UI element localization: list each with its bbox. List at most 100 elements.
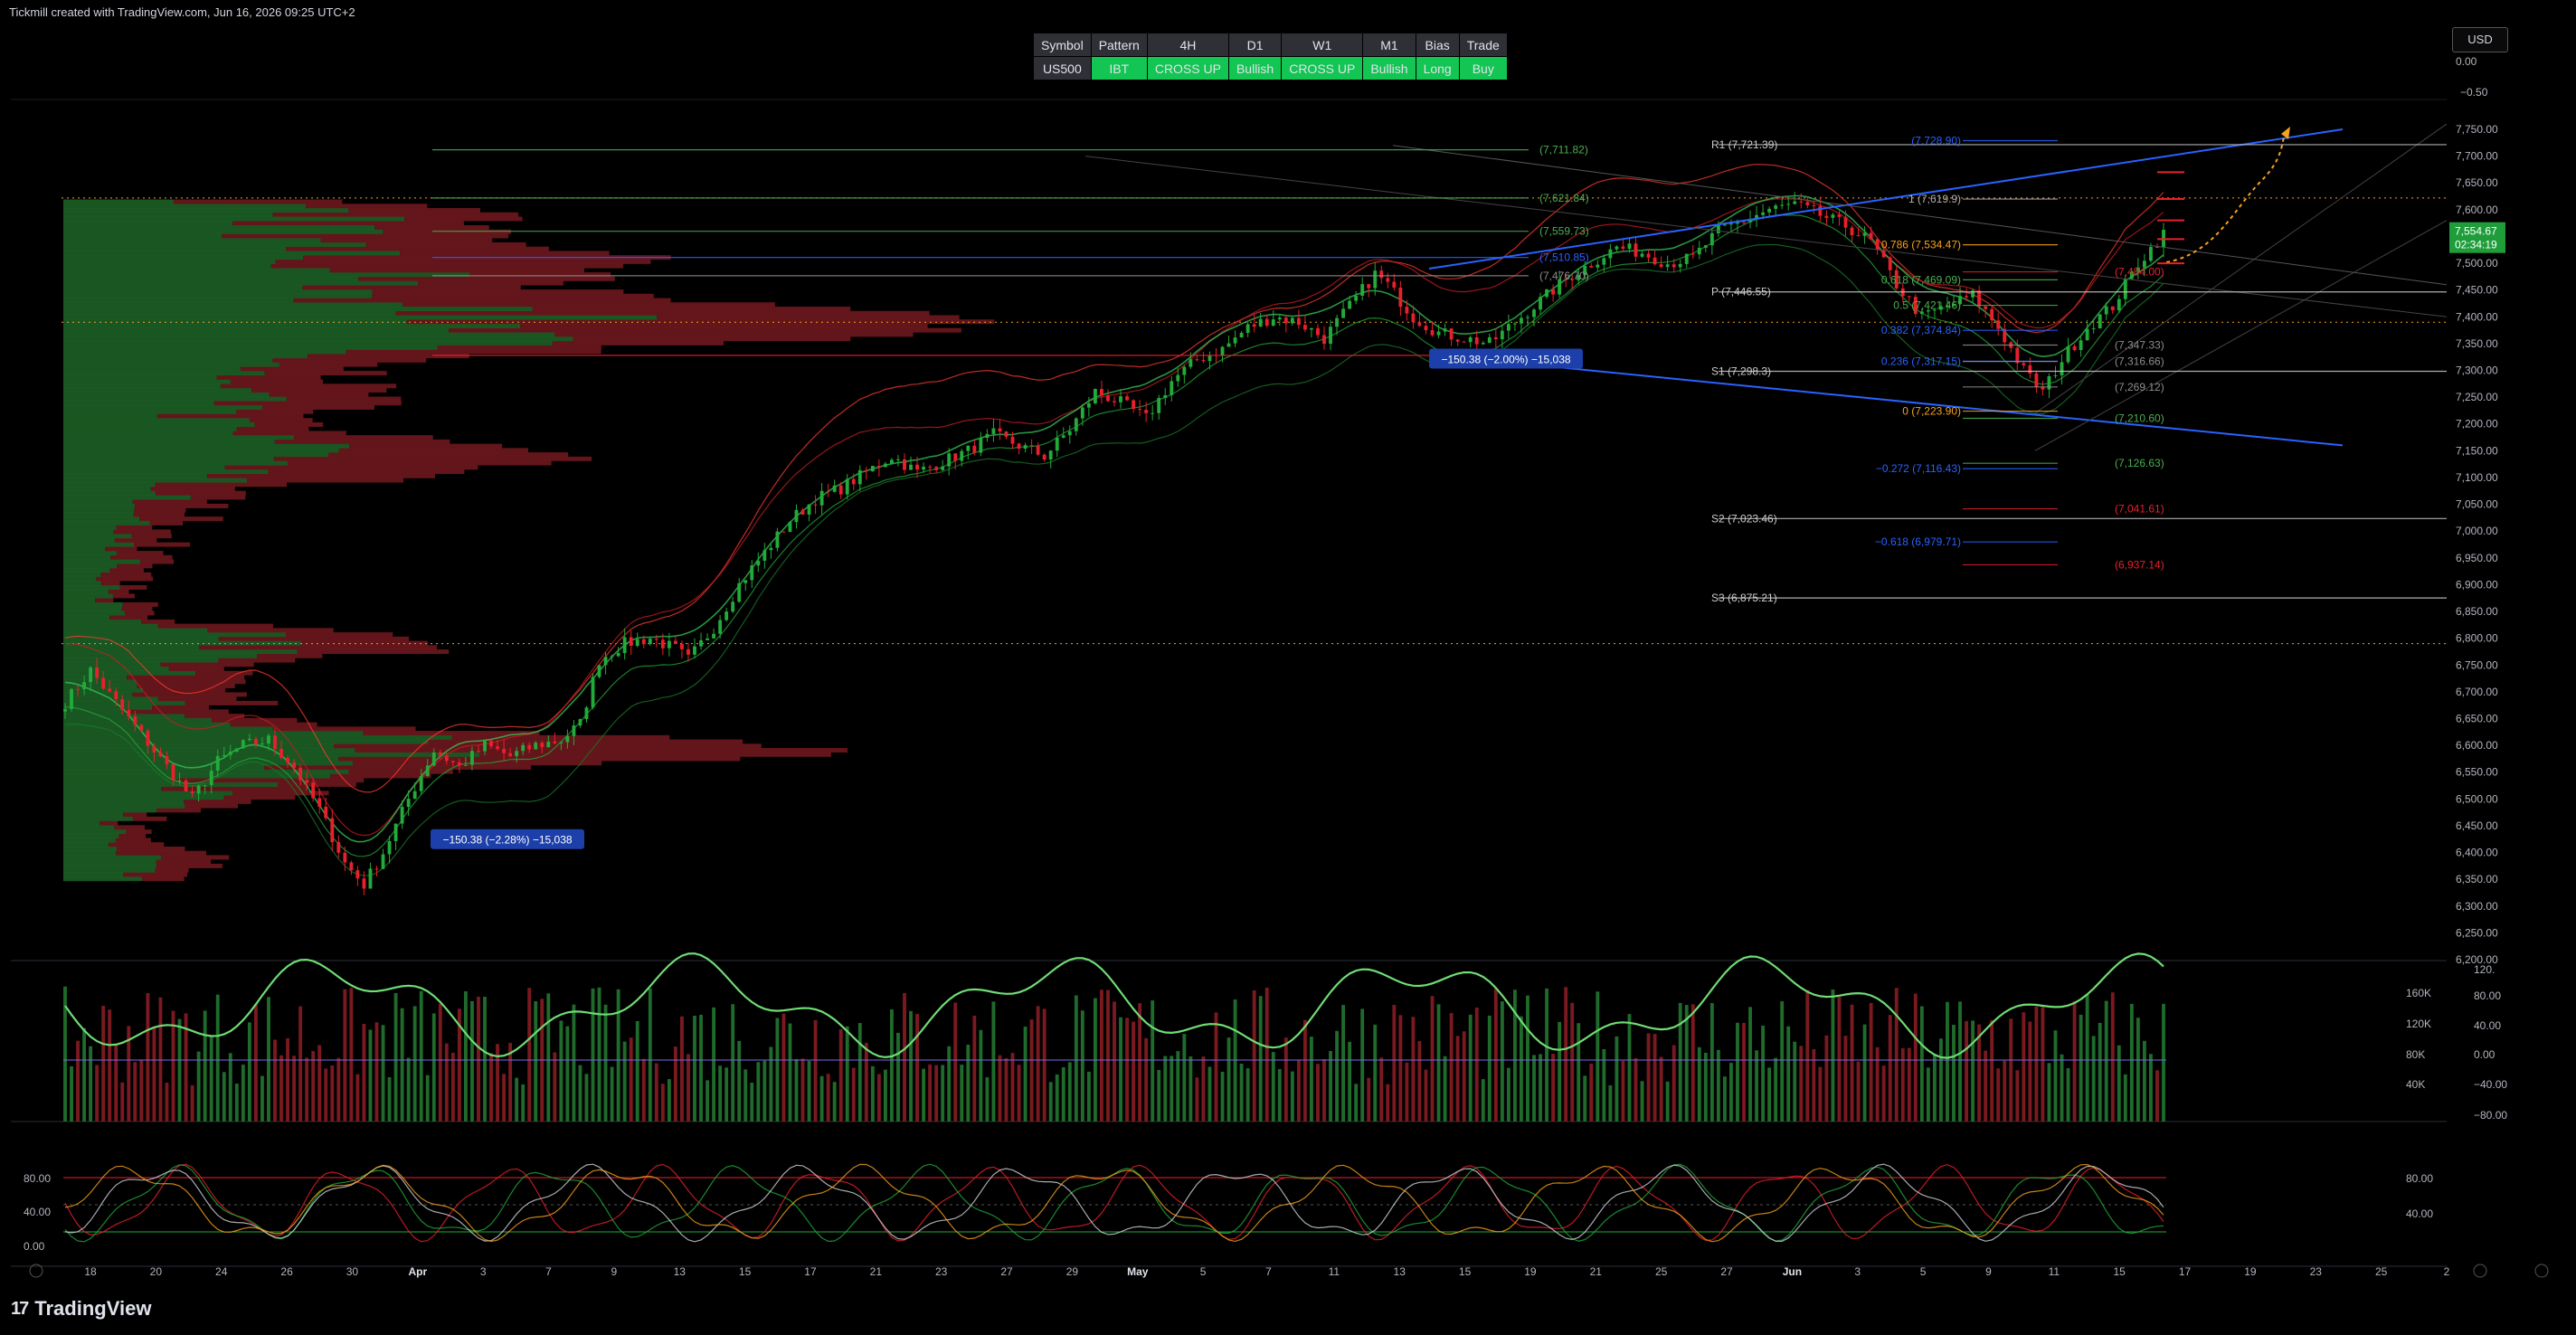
currency-button[interactable]: USD (2452, 27, 2508, 52)
candle-body (279, 748, 283, 758)
volume-bar (1061, 1066, 1065, 1122)
candle-body (2110, 306, 2115, 311)
volume-profile-sell-bar (272, 357, 427, 363)
volume-profile-buy-bar (63, 662, 161, 668)
volume-profile-sell-bar (134, 542, 191, 547)
candle-body (1824, 215, 1829, 218)
volume-profile-buy-bar (63, 589, 109, 594)
candle-body (1653, 257, 1657, 265)
volume-bar (425, 1075, 430, 1122)
volume-profile-buy-bar (63, 418, 251, 423)
candle-body (1690, 253, 1695, 255)
volume-bar (1252, 989, 1256, 1122)
price-level-label: (7,210.60) (2115, 412, 2164, 424)
price-axis-tick: 7,300.00 (2456, 365, 2498, 377)
volume-bar (546, 993, 551, 1122)
projection-arrow (2165, 128, 2289, 263)
volume-profile-buy-bar (63, 354, 308, 359)
volume-bar (70, 1065, 73, 1122)
volume-bar (82, 1027, 87, 1122)
candle-body (222, 754, 226, 756)
candle-body (896, 459, 900, 460)
candle-body (1023, 445, 1028, 450)
volume-bar (234, 1084, 239, 1122)
candle-body (1615, 246, 1619, 250)
candle-body (1539, 297, 1542, 310)
volume-bar (1729, 1063, 1733, 1122)
volume-bar (1481, 1079, 1485, 1122)
candle-body (781, 531, 786, 533)
tradingview-logo[interactable]: 17 TradingView (11, 1297, 151, 1321)
volume-bar (362, 1024, 366, 1122)
candle-body (2060, 362, 2064, 375)
time-axis-tick: 19 (2244, 1265, 2257, 1278)
volume-bar (1455, 1036, 1460, 1122)
volume-profile-sell-bar (118, 833, 147, 838)
price-level-label: (6,937.14) (2115, 558, 2164, 571)
candle-body (680, 644, 684, 649)
candle-body (534, 743, 538, 750)
trading-chart[interactable]: (7,711.82) (7,621.84) (7,559.73) (7,510.85)… (0, 0, 2576, 1335)
volume-bar (1132, 1021, 1136, 1122)
candle-body (1493, 336, 1498, 340)
candle-body (368, 868, 373, 889)
signal-header-cell: Bias (1415, 33, 1460, 57)
volume-profile-buy-bar (63, 478, 248, 483)
volume-bar (2003, 1060, 2007, 1122)
volume-profile-buy-bar (63, 413, 157, 419)
candle-body (2098, 314, 2102, 329)
volume-bar (635, 1020, 639, 1122)
candle-body (610, 656, 614, 658)
candle-body (724, 611, 729, 620)
volume-bar (2022, 1012, 2026, 1122)
candle-body (292, 762, 297, 768)
volume-profile-sell-bar (155, 482, 288, 488)
volume-bar (769, 1046, 773, 1122)
candle-body (673, 640, 677, 645)
volume-profile-buy-bar (63, 310, 396, 316)
candle-body (260, 743, 264, 744)
volume-profile-sell-bar (297, 649, 450, 655)
time-axis-tick: 25 (1655, 1265, 1668, 1278)
volume-profile-buy-bar (63, 576, 97, 582)
volume-profile-sell-bar (286, 396, 402, 402)
volume-bar (1894, 988, 1899, 1122)
candle-body (120, 699, 125, 710)
volume-bar (1596, 991, 1600, 1122)
volume-bar (832, 1082, 837, 1122)
volume-bar (1322, 1058, 1326, 1122)
candle-body (1080, 407, 1084, 419)
volume-profile-sell-bar (185, 700, 279, 705)
candle-body (139, 724, 144, 731)
candle-body (985, 433, 990, 439)
price-axis-tick: 7,400.00 (2456, 310, 2498, 323)
volume-profile-buy-bar (63, 490, 156, 496)
candle-body (1545, 289, 1548, 298)
candle-body (1329, 327, 1332, 345)
volume-profile-buy-bar (63, 867, 156, 873)
volume-profile-buy-bar (63, 276, 359, 281)
volume-bar (419, 990, 423, 1122)
volume-bar (2072, 1000, 2077, 1122)
candle-body (184, 780, 188, 791)
candle-body (203, 784, 207, 786)
volume-profile-buy-bar (63, 315, 658, 320)
volume-profile-sell-bar (150, 486, 235, 491)
volume-bar (298, 1006, 303, 1122)
volume-bar (1233, 999, 1237, 1122)
volume-bar (317, 1045, 322, 1122)
volume-bar (794, 1058, 799, 1122)
volume-bar (1151, 1000, 1155, 1122)
volume-bar (1405, 1062, 1409, 1122)
volume-profile-buy-bar (63, 842, 109, 847)
volume-profile-sell-bar (132, 499, 207, 505)
volume-profile-buy-bar (63, 520, 150, 525)
volume-profile-sell-bar (286, 246, 549, 251)
volume-bar (578, 1065, 582, 1122)
volume-profile-buy-bar (63, 825, 115, 830)
volume-profile-sell-bar (116, 525, 153, 530)
volume-bar (947, 1046, 952, 1122)
volume-profile-buy-bar (63, 366, 241, 372)
volume-profile-sell-bar (263, 764, 532, 770)
volume-bar (89, 1046, 93, 1122)
